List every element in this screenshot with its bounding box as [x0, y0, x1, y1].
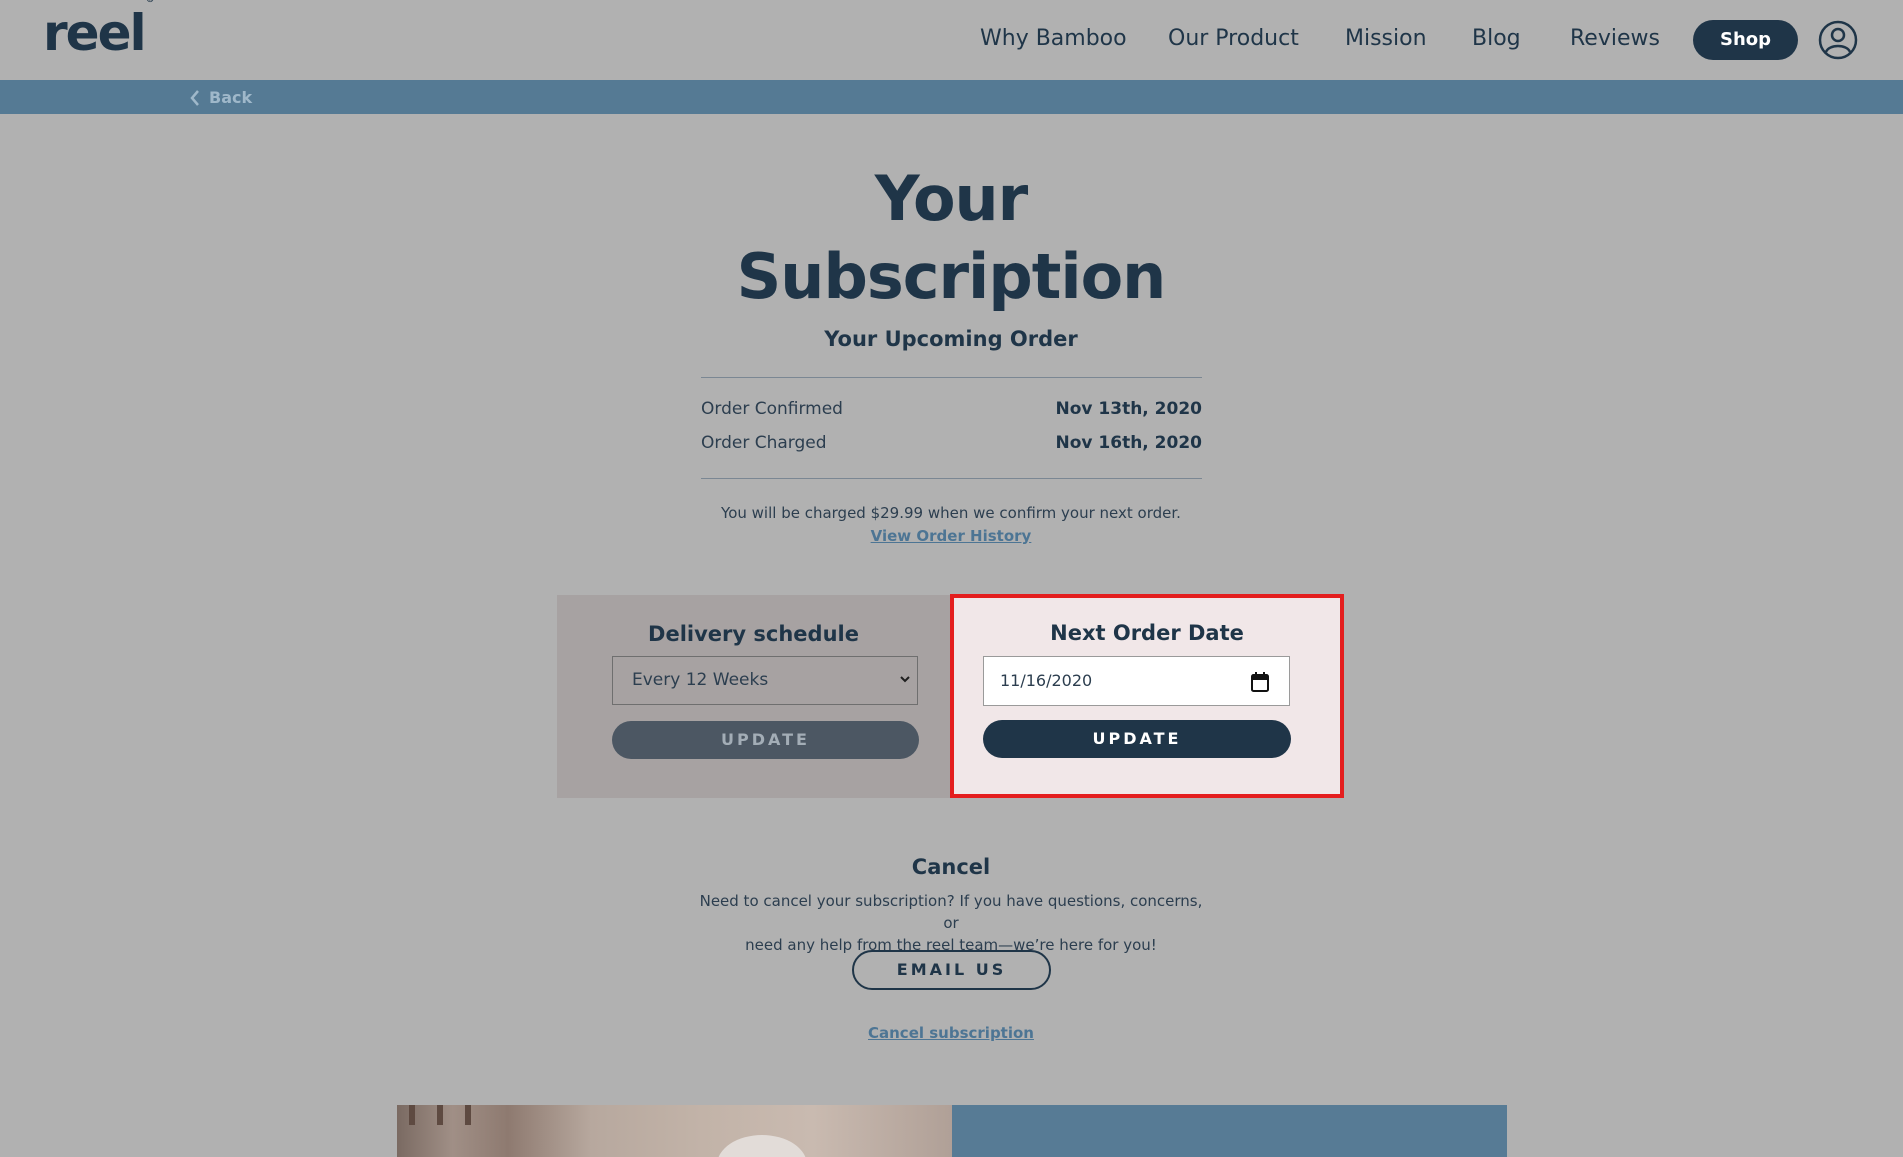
- cancel-description-line1: Need to cancel your subscription? If you…: [699, 892, 1203, 932]
- photo-detail: [409, 1105, 415, 1125]
- page-subtitle: Your Upcoming Order: [824, 327, 1078, 351]
- next-order-date-title: Next Order Date: [1050, 621, 1244, 645]
- subnav-bar: [0, 80, 1903, 114]
- page-title-line2: Subscription: [736, 240, 1167, 313]
- photo-detail: [717, 1135, 807, 1157]
- order-confirmed-value: Nov 13th, 2020: [1055, 399, 1202, 419]
- cancel-description: Need to cancel your subscription? If you…: [691, 890, 1211, 956]
- cancel-subscription-label: Cancel subscription: [868, 1024, 1034, 1042]
- charge-note: You will be charged $29.99 when we confi…: [721, 504, 1181, 522]
- divider-bottom: [701, 478, 1202, 479]
- logo-registered-mark: ®: [145, 0, 155, 6]
- photo-detail: [437, 1105, 443, 1125]
- chevron-left-icon: [190, 90, 199, 106]
- page-title: Your Subscription: [651, 160, 1251, 316]
- promo-panel: [952, 1105, 1507, 1157]
- calendar-icon[interactable]: [1251, 672, 1269, 692]
- nav-our-product[interactable]: Our Product: [1168, 24, 1299, 54]
- nav-blog[interactable]: Blog: [1472, 24, 1521, 54]
- next-order-update-button[interactable]: UPDATE: [983, 720, 1291, 758]
- order-charged-label: Order Charged: [701, 433, 827, 453]
- cancel-subscription-link[interactable]: Cancel subscription: [751, 1022, 1151, 1044]
- delivery-schedule-value: Every 12 Weeks: [632, 670, 769, 690]
- view-order-history-link[interactable]: View Order History: [751, 525, 1151, 547]
- nav-reviews[interactable]: Reviews: [1570, 24, 1660, 54]
- user-circle-icon[interactable]: [1818, 20, 1858, 60]
- nav-mission[interactable]: Mission: [1345, 24, 1427, 54]
- next-order-date-input[interactable]: 11/16/2020: [983, 656, 1290, 706]
- page-title-line1: Your: [874, 162, 1029, 235]
- back-label: Back: [209, 88, 253, 107]
- back-link[interactable]: Back: [189, 86, 252, 110]
- shop-button[interactable]: Shop: [1693, 20, 1798, 60]
- delivery-schedule-title: Delivery schedule: [648, 622, 859, 646]
- lifestyle-photo: [397, 1105, 952, 1157]
- delivery-schedule-card: Delivery schedule Every 12 Weeks UPDATE: [557, 595, 950, 798]
- reel-logo[interactable]: reel®: [43, 0, 155, 58]
- delivery-update-button[interactable]: UPDATE: [612, 721, 919, 759]
- order-charged-value: Nov 16th, 2020: [1055, 433, 1202, 453]
- next-order-date-value: 11/16/2020: [1000, 671, 1093, 690]
- email-us-button[interactable]: EMAIL US: [852, 950, 1051, 990]
- delivery-schedule-select[interactable]: Every 12 Weeks: [612, 656, 918, 705]
- site-header: reel® Why Bamboo Our Product Mission Blo…: [0, 0, 1903, 80]
- photo-detail: [465, 1105, 471, 1125]
- cancel-title: Cancel: [911, 855, 991, 879]
- logo-text: reel: [43, 4, 147, 62]
- divider-top: [701, 377, 1202, 378]
- nav-why-bamboo[interactable]: Why Bamboo: [980, 24, 1127, 54]
- chevron-down-icon: [900, 676, 910, 683]
- next-order-date-card: Next Order Date 11/16/2020 UPDATE: [950, 594, 1344, 798]
- order-confirmed-label: Order Confirmed: [701, 399, 843, 419]
- view-order-history-label: View Order History: [870, 527, 1032, 545]
